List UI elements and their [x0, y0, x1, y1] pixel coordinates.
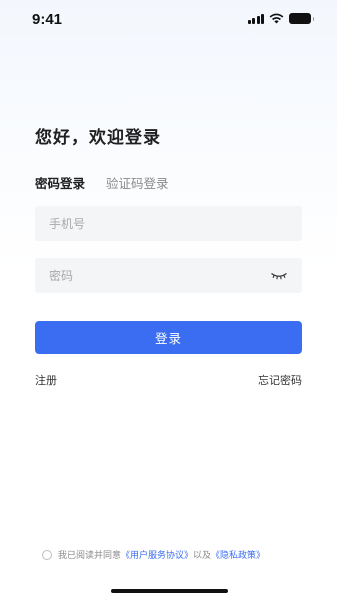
wifi-icon — [269, 13, 284, 24]
privacy-policy-link[interactable]: 《隐私政策》 — [211, 548, 265, 561]
agreement-checkbox[interactable] — [42, 549, 52, 560]
cellular-signal-icon — [247, 13, 264, 24]
terms-of-service-link[interactable]: 《用户服务协议》 — [121, 548, 193, 561]
status-bar: 9:41 — [0, 0, 337, 40]
battery-icon — [289, 13, 314, 24]
password-field — [35, 258, 302, 293]
agreement-prefix: 我已阅读并同意 — [58, 551, 122, 561]
status-icons — [247, 13, 314, 24]
phone-field — [35, 206, 302, 241]
status-time: 9:41 — [32, 11, 63, 28]
eye-closed-icon[interactable] — [270, 271, 288, 281]
tab-code-login[interactable]: 验证码登录 — [106, 173, 169, 192]
register-link[interactable]: 注册 — [35, 372, 57, 388]
home-indicator — [111, 589, 228, 593]
agreement-middle: 以及 — [193, 551, 212, 561]
forgot-password-link[interactable]: 忘记密码 — [258, 372, 302, 388]
password-input[interactable] — [49, 268, 270, 283]
tab-password-login[interactable]: 密码登录 — [35, 173, 85, 192]
phone-input[interactable] — [49, 216, 288, 231]
page-title: 您好，欢迎登录 — [35, 128, 161, 148]
login-mode-tabs: 密码登录 验证码登录 — [35, 173, 169, 192]
login-button[interactable]: 登录 — [35, 321, 302, 354]
agreement-row: 我已阅读并同意 《用户服务协议》 以及 《隐私政策》 — [42, 548, 265, 561]
